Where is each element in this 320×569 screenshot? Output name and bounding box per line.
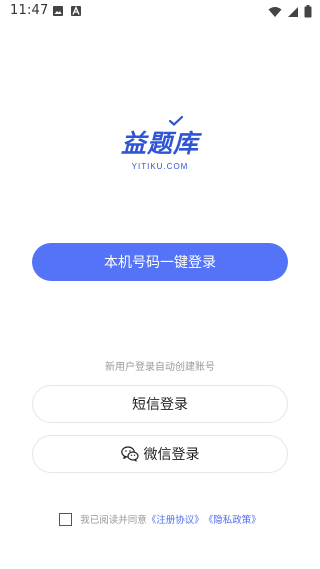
terms-link[interactable]: 《注册协议》 (147, 512, 204, 526)
logo-subtitle: YITIKU.COM (131, 162, 189, 171)
privacy-link[interactable]: 《隐私政策》 (204, 512, 261, 526)
wechat-icon (120, 446, 139, 462)
agreement-row: 我已阅读并同意 《注册协议》 《隐私政策》 (0, 512, 320, 526)
new-user-hint: 新用户登录自动创建账号 (105, 362, 215, 373)
login-screen: 11:47 益题库 YITIKU.COM 本机号码一键登录 新用户登录自动创建账… (0, 0, 320, 569)
image-icon (53, 6, 63, 16)
a-font-icon (71, 5, 81, 16)
status-right-icons (268, 5, 312, 18)
status-time: 11:47 (10, 3, 49, 18)
one-click-login-label: 本机号码一键登录 (104, 255, 216, 271)
wechat-login-button[interactable]: 微信登录 (32, 435, 288, 473)
signal-icon (288, 6, 298, 17)
logo-title-text: 益题库 (120, 129, 199, 158)
status-left-icons (52, 5, 82, 17)
wifi-icon (268, 6, 282, 17)
agreement-checkbox[interactable] (59, 512, 73, 526)
one-click-login-button[interactable]: 本机号码一键登录 (32, 243, 288, 281)
agreement-prefix: 我已阅读并同意 (80, 515, 147, 526)
checkmark-icon (168, 116, 183, 126)
logo-title: 益题库 (120, 116, 199, 160)
sms-login-label: 短信登录 (132, 397, 188, 413)
battery-icon (304, 5, 312, 18)
status-bar: 11:47 (0, 0, 320, 24)
app-logo: 益题库 YITIKU.COM (0, 116, 320, 171)
wechat-login-label: 微信登录 (143, 447, 200, 463)
sms-login-button[interactable]: 短信登录 (32, 385, 288, 423)
